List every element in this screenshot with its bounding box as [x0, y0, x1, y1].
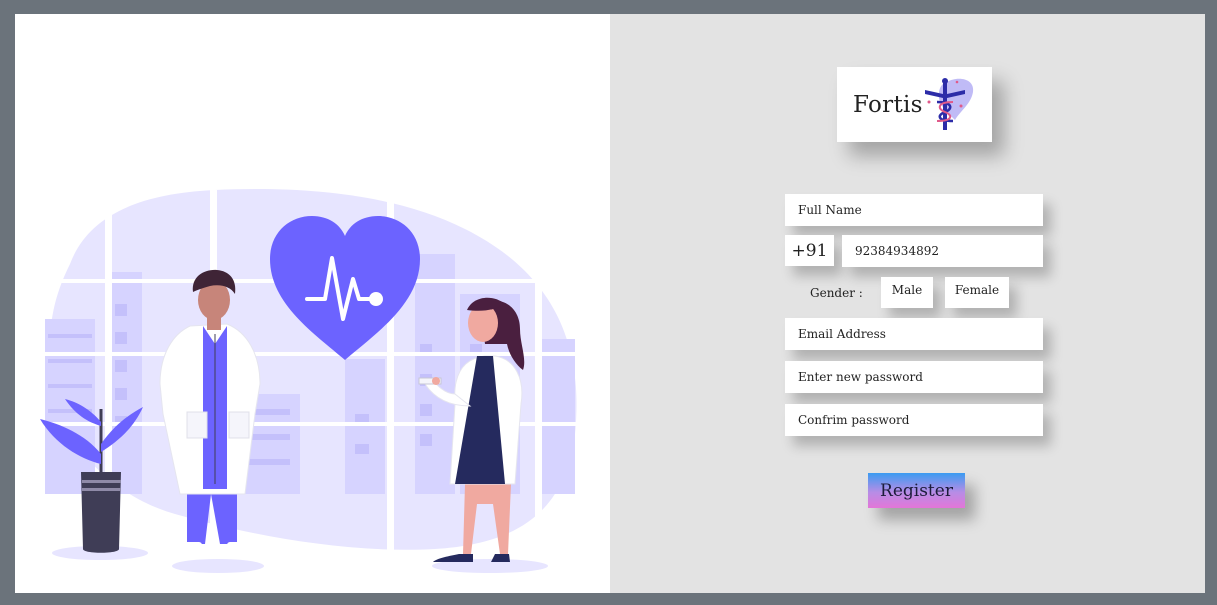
confirm-password-input[interactable]: [785, 404, 1043, 436]
caduceus-icon: [925, 78, 974, 130]
new-password-input[interactable]: [785, 361, 1043, 393]
country-code-box[interactable]: +91: [785, 235, 834, 266]
phone-input[interactable]: [842, 235, 1043, 267]
registration-panel: Fortis +91 Gender : Male Female Register: [610, 14, 1205, 593]
gender-label: Gender :: [810, 286, 863, 300]
email-input[interactable]: [785, 318, 1043, 350]
doctors-heart-illustration: [40, 189, 585, 573]
app-frame: Fortis +91 Gender : Male Female Register: [15, 14, 1205, 593]
register-button[interactable]: Register: [868, 473, 965, 508]
illustration-panel: [15, 14, 610, 593]
brand-name: Fortis: [853, 91, 923, 118]
brand-logo-card: Fortis: [837, 67, 992, 142]
gender-female-button[interactable]: Female: [945, 277, 1009, 308]
full-name-input[interactable]: [785, 194, 1043, 226]
gender-male-button[interactable]: Male: [881, 277, 933, 308]
